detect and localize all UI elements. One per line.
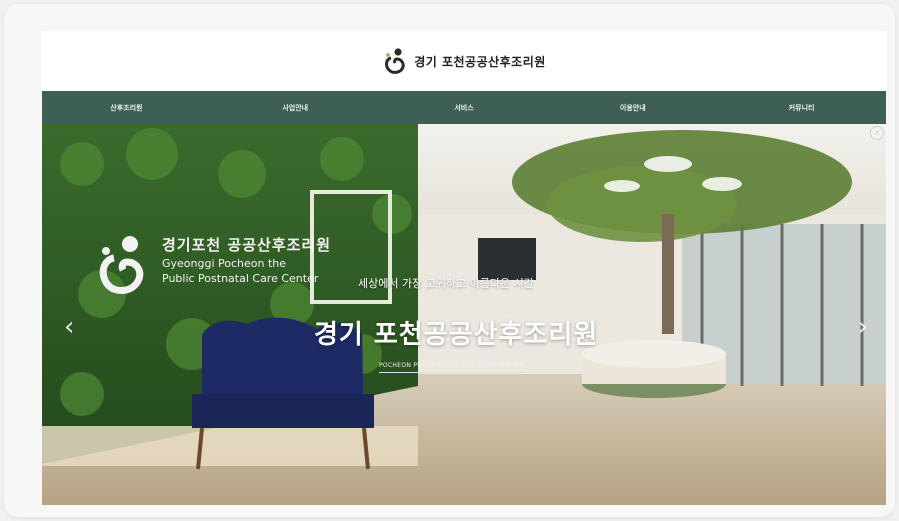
nav-item-business-info[interactable]: 사업안내 xyxy=(211,103,380,113)
nav-item-usage-guide[interactable]: 이용안내 xyxy=(548,103,717,113)
nav-item-postnatal-center[interactable]: 산후조리원 xyxy=(42,103,211,113)
hero-title: 경기 포천공공산후조리원 xyxy=(314,320,599,350)
close-icon[interactable]: × xyxy=(870,126,884,140)
website-frame: 경기 포천공공산후조리원 산후조리원 사업안내 서비스 이용안내 커뮤니티 경기… xyxy=(42,31,886,505)
wall-sign-english-1: Gyeonggi Pocheon the xyxy=(162,257,287,270)
logo-mark-icon xyxy=(385,48,405,74)
chevron-left-icon[interactable]: ‹ xyxy=(64,314,74,340)
wall-sign-korean: 경기포천 공공산후조리원 xyxy=(162,236,332,254)
site-header: 경기 포천공공산후조리원 xyxy=(42,31,886,91)
wall-sign-english-2: Public Postnatal Care Center xyxy=(162,272,319,285)
chevron-right-icon[interactable]: › xyxy=(858,314,868,340)
main-nav: 산후조리원 사업안내 서비스 이용안내 커뮤니티 xyxy=(42,91,886,124)
logo-text: 경기 포천공공산후조리원 xyxy=(414,54,546,69)
hero-subtitle: 세상에서 가장 고귀하고 아름다운 시간 xyxy=(358,277,534,290)
nav-item-services[interactable]: 서비스 xyxy=(380,103,549,113)
hero-english-caption: POCHEON PUBLIC POSTNATAL CARE CENTER xyxy=(379,362,524,373)
nav-item-community[interactable]: 커뮤니티 xyxy=(717,103,886,113)
hero-slider: 경기포천 공공산후조리원 Gyeonggi Pocheon the Public… xyxy=(42,124,886,505)
wall-logo-icon xyxy=(99,236,144,294)
site-logo[interactable]: 경기 포천공공산후조리원 xyxy=(382,47,546,75)
screenshot-card: 경기 포천공공산후조리원 산후조리원 사업안내 서비스 이용안내 커뮤니티 경기… xyxy=(4,4,895,517)
wall-signage: 경기포천 공공산후조리원 Gyeonggi Pocheon the Public… xyxy=(94,234,331,296)
